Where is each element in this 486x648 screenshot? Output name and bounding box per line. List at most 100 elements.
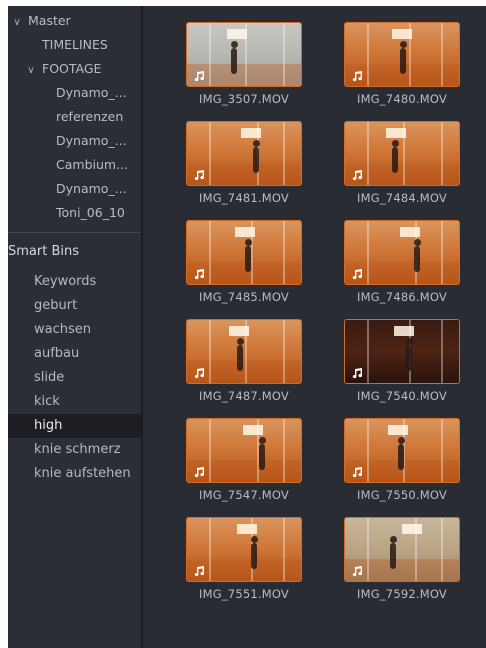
smart-bin-item[interactable]: wachsen: [8, 318, 141, 342]
thumbnail-pole: [367, 518, 369, 581]
thumbnail-pole: [245, 23, 247, 86]
bin-tree-item[interactable]: ∨ FOOTAGE: [24, 58, 101, 80]
smart-bin-item[interactable]: high: [8, 414, 141, 438]
clip-name: IMG_7540.MOV: [357, 389, 447, 403]
smart-bin-item[interactable]: kick: [8, 390, 141, 414]
music-note-icon: [352, 566, 363, 577]
thumbnail-pole: [441, 221, 443, 284]
clip-grid: IMG_3507.MOV IMG_7480.MOV IMG_7481.MOV IMG_…: [144, 6, 486, 648]
clip-thumbnail[interactable]: [186, 319, 302, 384]
thumbnail-pole: [367, 320, 369, 383]
thumbnail-pole: [209, 23, 211, 86]
bin-tree-item[interactable]: ∨ Master: [10, 10, 71, 34]
bin-tree-label: Dynamo_...: [56, 133, 127, 148]
thumbnail-figure-head: [258, 437, 266, 444]
smart-bin-item[interactable]: aufbau: [8, 342, 141, 366]
music-note-icon: [352, 170, 363, 181]
clip-tile[interactable]: IMG_3507.MOV: [186, 22, 302, 108]
smart-bin-item[interactable]: Keywords: [8, 270, 141, 294]
thumbnail-pole: [441, 518, 443, 581]
music-note-icon: [352, 368, 363, 379]
bin-tree-item[interactable]: Cambium...: [56, 154, 128, 176]
clip-tile[interactable]: IMG_7551.MOV: [186, 517, 302, 603]
thumbnail-pole: [441, 320, 443, 383]
clip-name: IMG_7592.MOV: [357, 587, 447, 601]
bin-tree-label: referenzen: [56, 109, 124, 124]
thumbnail-pole: [283, 320, 285, 383]
thumbnail-pole: [245, 320, 247, 383]
clip-thumbnail[interactable]: [344, 121, 460, 186]
thumbnail-figure: [231, 48, 237, 74]
thumbnail-figure-head: [397, 437, 405, 444]
bin-tree-label: TIMELINES: [42, 37, 108, 52]
smart-bins-title: Smart Bins: [8, 244, 79, 259]
bin-tree-item[interactable]: Dynamo_...: [56, 178, 127, 200]
clip-name: IMG_7551.MOV: [199, 587, 289, 601]
clip-thumbnail[interactable]: [186, 418, 302, 483]
clip-thumbnail[interactable]: [186, 121, 302, 186]
music-note-icon: [352, 269, 363, 280]
thumbnail-pole: [367, 221, 369, 284]
clip-tile[interactable]: IMG_7480.MOV: [344, 22, 460, 108]
clip-thumbnail[interactable]: [344, 418, 460, 483]
music-note-icon: [352, 467, 363, 478]
thumbnail-pole: [209, 320, 211, 383]
thumbnail-window: [227, 29, 247, 39]
thumbnail-pole: [441, 122, 443, 185]
music-note-icon: [194, 269, 205, 280]
smart-bin-item[interactable]: knie schmerz: [8, 438, 141, 462]
thumbnail-figure-head: [391, 140, 399, 147]
clip-name: IMG_3507.MOV: [199, 92, 289, 106]
thumbnail-pole: [409, 23, 411, 86]
clip-thumbnail[interactable]: [186, 220, 302, 285]
bin-tree-item[interactable]: Toni_06_10: [56, 202, 125, 224]
bin-tree-label: Master: [28, 13, 71, 28]
music-note-icon: [194, 71, 205, 82]
clip-tile[interactable]: IMG_7481.MOV: [186, 121, 302, 207]
bin-tree-label: Toni_06_10: [56, 205, 125, 220]
clip-thumbnail[interactable]: [344, 319, 460, 384]
bin-tree-label: FOOTAGE: [42, 61, 102, 76]
clip-thumbnail[interactable]: [186, 22, 302, 87]
thumbnail-figure-head: [389, 536, 397, 543]
bin-tree-item[interactable]: TIMELINES: [42, 34, 108, 56]
thumbnail-pole: [441, 23, 443, 86]
clip-thumbnail[interactable]: [344, 220, 460, 285]
music-note-icon: [352, 71, 363, 82]
clip-tile[interactable]: IMG_7487.MOV: [186, 319, 302, 405]
clip-name: IMG_7484.MOV: [357, 191, 447, 205]
thumbnail-pole: [283, 419, 285, 482]
bin-tree-item[interactable]: Dynamo_...: [56, 130, 127, 152]
thumbnail-figure: [398, 444, 404, 470]
clip-tile[interactable]: IMG_7485.MOV: [186, 220, 302, 306]
thumbnail-figure: [251, 543, 257, 569]
clip-thumbnail[interactable]: [344, 22, 460, 87]
thumbnail-figure: [414, 246, 420, 272]
clip-thumbnail[interactable]: [186, 517, 302, 582]
chevron-down-icon[interactable]: ∨: [10, 12, 24, 34]
thumbnail-figure-head: [244, 239, 252, 246]
clip-name: IMG_7480.MOV: [357, 92, 447, 106]
thumbnail-figure: [392, 147, 398, 173]
bin-tree-item[interactable]: Dynamo_...: [56, 82, 127, 104]
thumbnail-window: [394, 326, 414, 336]
clip-tile[interactable]: IMG_7547.MOV: [186, 418, 302, 504]
thumbnail-pole: [283, 23, 285, 86]
clip-tile[interactable]: IMG_7540.MOV: [344, 319, 460, 405]
clip-tile[interactable]: IMG_7486.MOV: [344, 220, 460, 306]
smart-bin-item[interactable]: geburt: [8, 294, 141, 318]
bin-tree-label: Dynamo_...: [56, 85, 127, 100]
clip-tile[interactable]: IMG_7550.MOV: [344, 418, 460, 504]
chevron-down-icon[interactable]: ∨: [24, 60, 38, 82]
clip-tile[interactable]: IMG_7484.MOV: [344, 121, 460, 207]
smart-bin-item[interactable]: slide: [8, 366, 141, 390]
thumbnail-pole: [283, 518, 285, 581]
clip-thumbnail[interactable]: [344, 517, 460, 582]
smart-bin-item[interactable]: knie aufstehen: [8, 462, 141, 486]
clip-tile[interactable]: IMG_7592.MOV: [344, 517, 460, 603]
music-note-icon: [194, 368, 205, 379]
music-note-icon: [194, 467, 205, 478]
thumbnail-figure-head: [405, 338, 413, 345]
bin-tree-item[interactable]: referenzen: [56, 106, 123, 128]
clip-name: IMG_7487.MOV: [199, 389, 289, 403]
